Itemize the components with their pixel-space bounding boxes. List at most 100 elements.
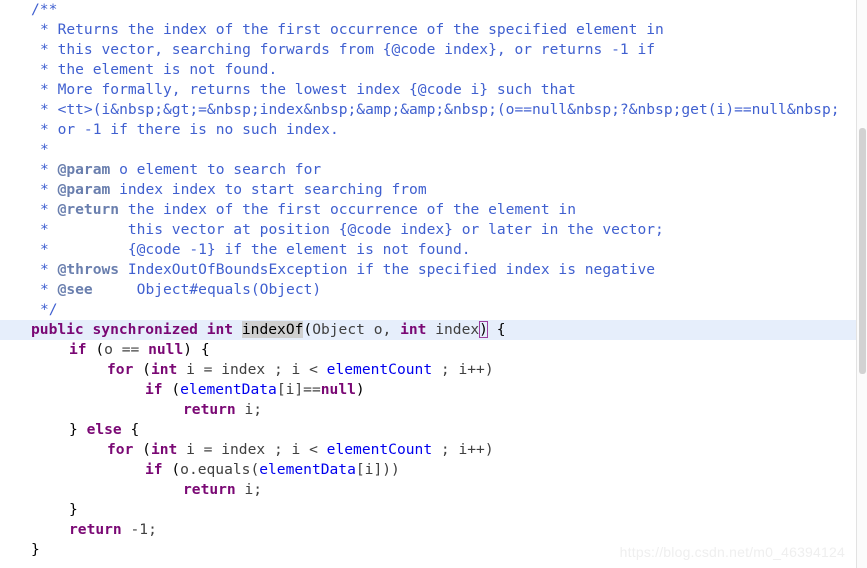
code-token-punct: } (31, 541, 40, 558)
code-line[interactable]: if (elementData[i]==null) (0, 380, 867, 400)
code-token-comment: * Returns the index of the first occurre… (40, 21, 664, 38)
method-name-occurrence[interactable]: indexOf (241, 321, 304, 338)
code-token-keyword: int (150, 441, 178, 458)
code-token-field: elementCount (326, 361, 433, 378)
code-token-punct: ( (133, 361, 151, 378)
code-line[interactable]: */ (0, 300, 867, 320)
code-token-comment: * <tt>(i&nbsp;&gt;=&nbsp;index&nbsp;&amp… (40, 101, 840, 118)
javadoc-tag-throws: @throws (57, 261, 120, 278)
vertical-scrollbar-thumb[interactable] (859, 128, 866, 374)
code-line[interactable]: return -1; (0, 520, 867, 540)
code-line[interactable]: * <tt>(i&nbsp;&gt;=&nbsp;index&nbsp;&amp… (0, 100, 867, 120)
code-token-comment: * or -1 if there is no such index. (40, 121, 339, 138)
code-token-punct: } (69, 501, 78, 518)
code-token-identifier: -1; (121, 521, 157, 538)
code-token-keyword: for (107, 441, 134, 458)
code-token-keyword: int (400, 321, 427, 338)
code-token-identifier: index (426, 321, 480, 338)
code-token-keyword: if (145, 461, 163, 478)
code-token-comment: o element to search for (110, 161, 322, 178)
code-surface[interactable]: /** * Returns the index of the first occ… (0, 0, 867, 568)
code-token-keyword: else (86, 421, 122, 438)
code-token-identifier: Object o, (312, 321, 401, 338)
code-token-keyword: return (183, 401, 236, 418)
code-token-keyword: null (148, 341, 184, 358)
code-token-keyword-return-type: int (206, 321, 234, 338)
code-token-punct: ( (162, 381, 181, 398)
code-token-comment: */ (40, 301, 58, 318)
code-line[interactable]: } (0, 500, 867, 520)
code-token-punct: ) { (183, 341, 210, 358)
code-token-keyword: int (150, 361, 178, 378)
code-token-identifier: ; i++) (432, 361, 494, 378)
code-line[interactable]: * this vector at position {@code index} … (0, 220, 867, 240)
code-token-comment: the index of the first occurrence of the… (119, 201, 576, 218)
code-token-field: elementCount (326, 441, 433, 458)
code-token-comment: * the element is not found. (40, 61, 278, 78)
code-token-keyword: return (69, 521, 122, 538)
javadoc-tag-see: @see (57, 281, 93, 298)
code-token-punct: ( (303, 321, 313, 338)
code-line[interactable]: * @return the index of the first occurre… (0, 200, 867, 220)
code-token-identifier: i; (235, 481, 263, 498)
code-token-comment: Object#equals(Object) (92, 281, 322, 298)
code-token-keyword: for (107, 361, 134, 378)
code-line[interactable]: * (0, 140, 867, 160)
code-line[interactable]: } else { (0, 420, 867, 440)
code-token-identifier: i; (235, 401, 263, 418)
code-line[interactable]: * this vector, searching forwards from {… (0, 40, 867, 60)
code-line[interactable]: * More formally, returns the lowest inde… (0, 80, 867, 100)
javadoc-tag-param: @param (57, 181, 111, 198)
javadoc-tag-param: @param (57, 161, 111, 178)
code-token-comment: * (40, 141, 49, 158)
code-token-comment: IndexOutOfBoundsException if the specifi… (119, 261, 656, 278)
code-token-identifier: ; i++) (432, 441, 494, 458)
code-line[interactable]: * @see Object#equals(Object) (0, 280, 867, 300)
code-token-keyword: if (69, 341, 87, 358)
code-token-comment: /** (31, 1, 58, 18)
code-line[interactable]: return i; (0, 400, 867, 420)
code-token-punct: } (69, 421, 87, 438)
code-token-keyword: null (320, 381, 356, 398)
bracket-match-indicator: ) (479, 321, 488, 338)
code-line[interactable]: } (0, 540, 867, 560)
code-line[interactable]: * @throws IndexOutOfBoundsException if t… (0, 260, 867, 280)
code-token-comment: * (40, 161, 58, 178)
code-token-comment: * (40, 261, 58, 278)
javadoc-tag-return: @return (57, 201, 120, 218)
code-line[interactable]: for (int i = index ; i < elementCount ; … (0, 360, 867, 380)
code-line[interactable]: * or -1 if there is no such index. (0, 120, 867, 140)
code-line-current[interactable]: public synchronized int indexOf(Object o… (0, 320, 867, 340)
code-token-identifier: o == (104, 341, 149, 358)
code-token-field: elementData (180, 381, 277, 398)
code-line[interactable]: if (o.equals(elementData[i])) (0, 460, 867, 480)
code-editor[interactable]: /** * Returns the index of the first occ… (0, 0, 867, 568)
code-line[interactable]: * the element is not found. (0, 60, 867, 80)
code-token-punct: ) (355, 381, 365, 398)
code-token-identifier: [i]== (276, 381, 321, 398)
code-token-punct: { (121, 421, 140, 438)
code-line[interactable]: * {@code -1} if the element is not found… (0, 240, 867, 260)
code-line[interactable]: if (o == null) { (0, 340, 867, 360)
code-token-comment: index index to start searching from (110, 181, 427, 198)
code-token-punct: ( (86, 341, 105, 358)
code-token-field: elementData (259, 461, 356, 478)
code-line[interactable]: /** (0, 0, 867, 20)
code-line[interactable]: * @param o element to search for (0, 160, 867, 180)
code-token-keyword: public synchronized (31, 321, 198, 338)
code-token-keyword: return (183, 481, 236, 498)
code-token-comment: * More formally, returns the lowest inde… (40, 81, 576, 98)
code-token-punct: { (487, 321, 506, 338)
code-line[interactable]: * Returns the index of the first occurre… (0, 20, 867, 40)
code-token-comment: * {@code -1} if the element is not found… (40, 241, 471, 258)
code-line[interactable]: for (int i = index ; i < elementCount ; … (0, 440, 867, 460)
code-token-identifier: [i])) (355, 461, 400, 478)
code-token-punct: ( (162, 461, 181, 478)
vertical-scrollbar[interactable] (856, 0, 867, 568)
code-line[interactable]: return i; (0, 480, 867, 500)
code-token-identifier: i = index ; i < (177, 441, 327, 458)
code-line[interactable]: * @param index index to start searching … (0, 180, 867, 200)
code-token-identifier: o.equals( (180, 461, 260, 478)
